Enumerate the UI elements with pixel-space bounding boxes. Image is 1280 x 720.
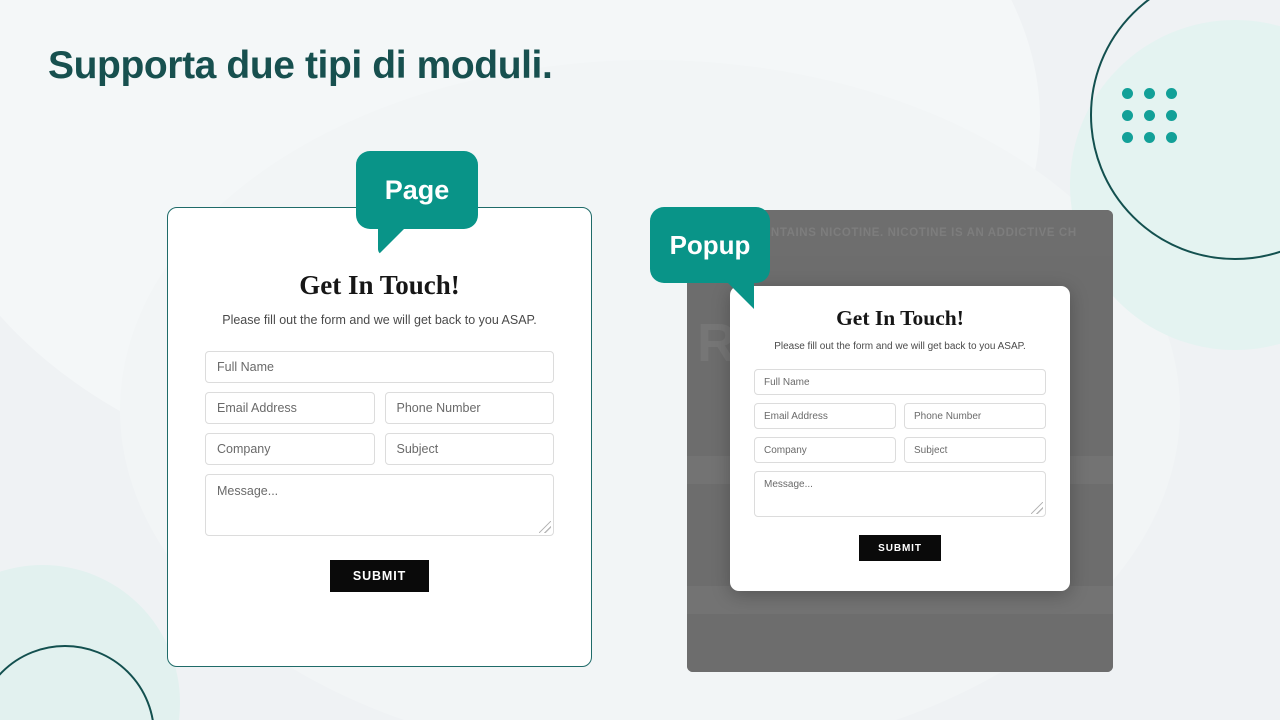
page-message-textarea[interactable]: Message... [205,474,554,536]
popup-form-row-contact: Email Address Phone Number [754,403,1046,437]
dot-grid-icon [1122,88,1177,143]
page-form-subtitle: Please fill out the form and we will get… [222,313,537,327]
page-form-row-contact: Email Address Phone Number [205,392,554,433]
grid-dot [1166,88,1177,99]
page-form-card: Get In Touch! Please fill out the form a… [167,207,592,667]
grid-dot [1166,132,1177,143]
page-phone-input[interactable]: Phone Number [384,392,554,424]
page-email-input[interactable]: Email Address [205,392,375,424]
badge-page-label: Page [384,174,450,205]
page-subject-input[interactable]: Subject [384,433,554,465]
popup-full-name-input[interactable]: Full Name [754,369,1046,395]
popup-form-body: Full Name Email Address Phone Number Com… [730,369,1070,561]
popup-subject-input[interactable]: Subject [904,437,1046,463]
resize-handle-icon[interactable] [539,521,551,533]
resize-handle-icon[interactable] [1031,502,1043,514]
badge-popup-label: Popup [669,229,751,260]
page-message-placeholder: Message... [217,484,279,498]
page-form-header: Get In Touch! Please fill out the form a… [168,270,591,327]
popup-form-modal: Get In Touch! Please fill out the form a… [730,286,1070,591]
page-title: Supporta due tipi di moduli. [48,44,553,87]
grid-dot [1122,132,1133,143]
page-form-body: Full Name Email Address Phone Number Com… [168,351,591,592]
page-form-title: Get In Touch! [299,270,460,300]
popup-message-textarea[interactable]: Message... [754,471,1046,517]
grid-dot [1144,110,1155,121]
page-submit-button[interactable]: SUBMIT [330,560,429,592]
popup-company-input[interactable]: Company [754,437,896,463]
badge-page: Page [356,151,478,255]
page-full-name-input[interactable]: Full Name [205,351,554,383]
popup-form-row-details: Company Subject [754,437,1046,471]
popup-submit-button[interactable]: SUBMIT [859,535,941,561]
popup-form-subtitle: Please fill out the form and we will get… [774,341,1026,352]
grid-dot [1144,132,1155,143]
page-company-input[interactable]: Company [205,433,375,465]
popup-phone-input[interactable]: Phone Number [904,403,1046,429]
popup-form-header: Get In Touch! Please fill out the form a… [730,306,1070,352]
badge-popup: Popup [650,207,770,309]
page-form-row-details: Company Subject [205,433,554,474]
popup-form-title: Get In Touch! [836,306,964,330]
grid-dot [1144,88,1155,99]
popup-email-input[interactable]: Email Address [754,403,896,429]
grid-dot [1166,110,1177,121]
grid-dot [1122,110,1133,121]
popup-message-placeholder: Message... [764,479,813,490]
grid-dot [1122,88,1133,99]
